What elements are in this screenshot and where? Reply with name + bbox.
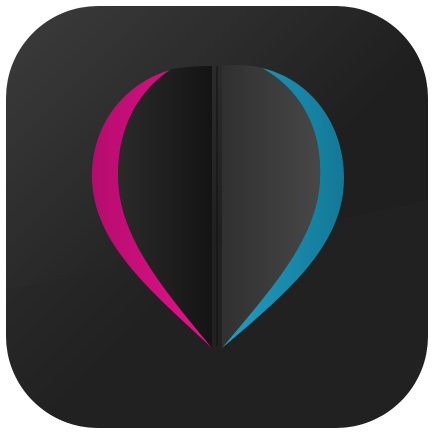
app-icon-stage xyxy=(0,0,434,434)
app-icon xyxy=(6,6,428,428)
